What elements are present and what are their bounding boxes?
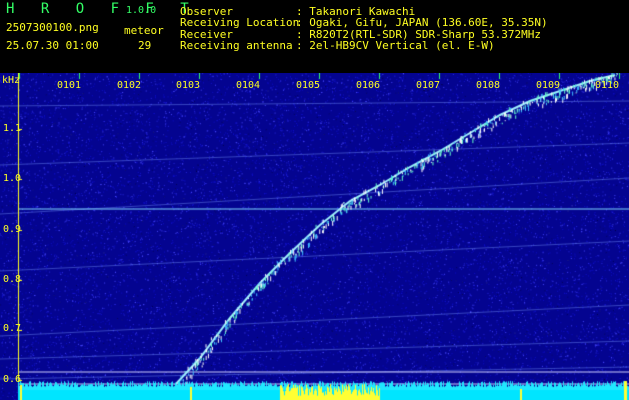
x-tick-label: 0101 <box>57 80 82 91</box>
y-tick-label: 1.1 <box>3 123 22 134</box>
x-tick-label: 0105 <box>296 80 321 91</box>
x-tick-label: 0108 <box>476 80 501 91</box>
x-tick-label: 0107 <box>416 80 441 91</box>
spectrogram-plot <box>0 73 629 400</box>
datetime: 25.07.30 01:00 <box>6 39 99 52</box>
meteor-label: meteor <box>124 24 164 37</box>
y-tick-label: 1.0 <box>3 173 22 184</box>
y-tick-label: 0.9 <box>3 224 22 235</box>
header-panel: H R O F F T 1.0.0 2507300100.png meteor … <box>0 0 629 73</box>
x-tick-label: 0104 <box>236 80 261 91</box>
file-name: 2507300100.png <box>6 21 99 34</box>
x-tick-label: 0110 <box>595 80 620 91</box>
x-tick-label: 0106 <box>356 80 381 91</box>
app-logo: H R O F F T <box>6 1 198 17</box>
x-tick-label: 0109 <box>536 80 561 91</box>
info-label-antenna: Receiving antenna <box>180 39 293 52</box>
meteor-count: 29 <box>138 39 152 52</box>
y-tick-label: 0.8 <box>3 274 22 285</box>
y-axis-unit: kHz <box>2 75 21 86</box>
y-tick-label: 0.6 <box>3 374 22 385</box>
app-version: 1.0.0 <box>126 5 157 16</box>
x-tick-label: 0103 <box>176 80 201 91</box>
y-tick-label: 0.7 <box>3 323 22 334</box>
x-tick-label: 0102 <box>117 80 142 91</box>
info-value-antenna: : 2el-HB9CV Vertical (el. E-W) <box>296 39 495 52</box>
